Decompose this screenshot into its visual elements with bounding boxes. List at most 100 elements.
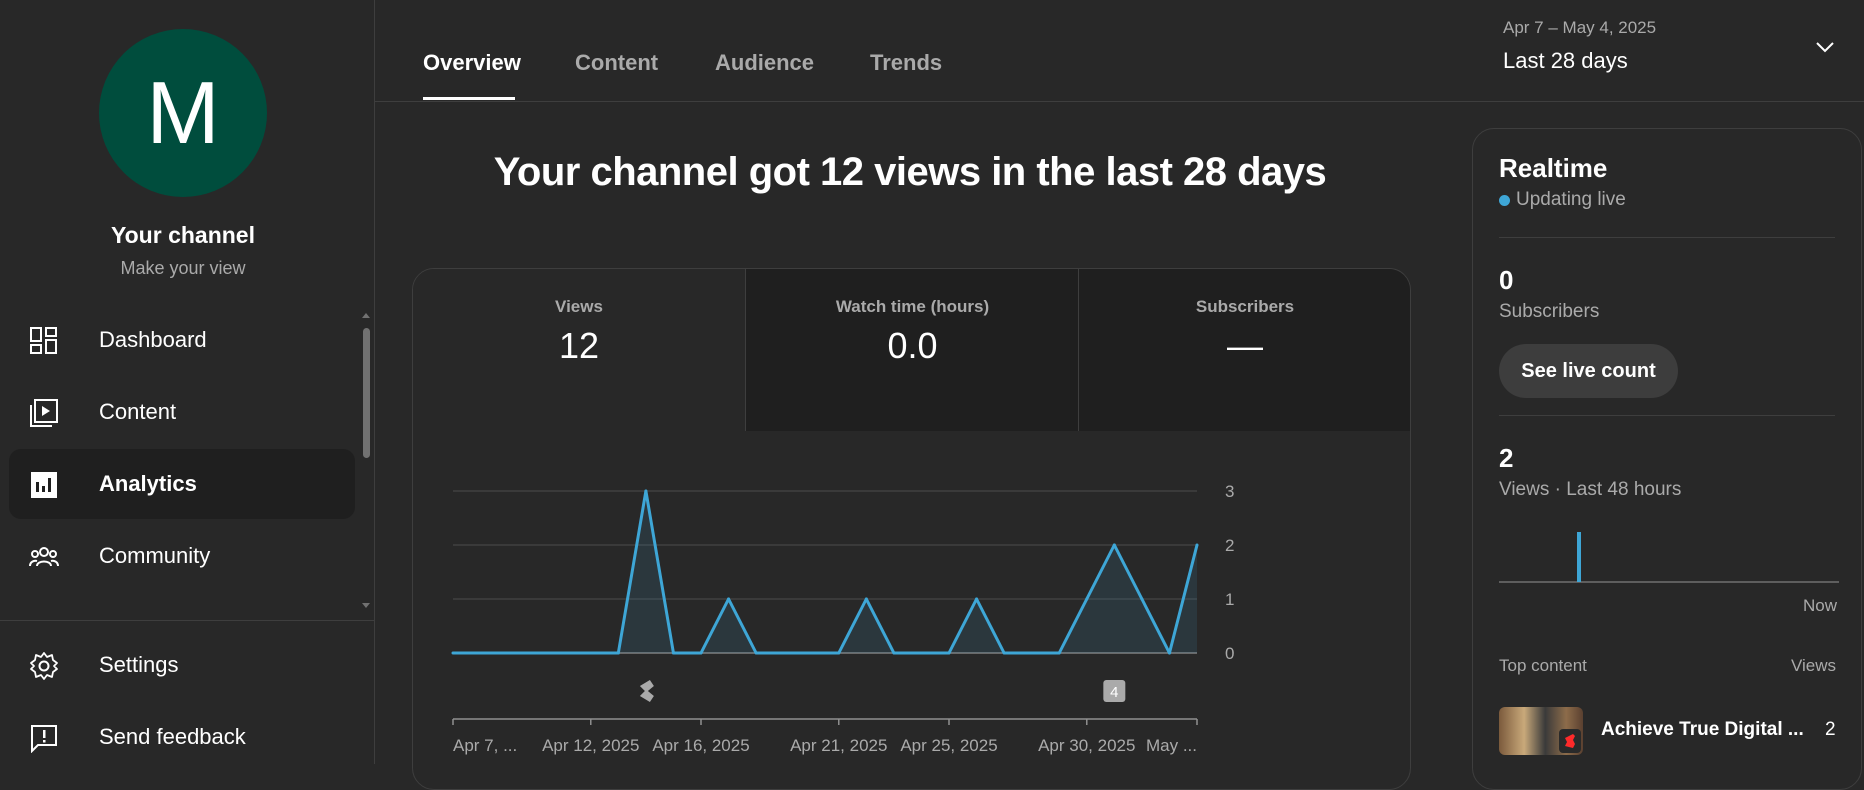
sidebar-divider (0, 620, 374, 621)
metric-views[interactable]: Views 12 (413, 269, 745, 431)
sidebar-item-label: Dashboard (99, 327, 207, 352)
data-point (1057, 651, 1061, 655)
subscribers-count: 0 (1499, 265, 1514, 295)
x-tick-label: Apr 25, 2025 (900, 736, 997, 755)
data-point (975, 597, 979, 601)
data-point (947, 651, 951, 655)
sidebar-nav: Dashboard Content Analytics Community (0, 305, 366, 615)
content-icon (30, 399, 58, 427)
data-point (754, 651, 758, 655)
metric-value: 0.0 (887, 325, 938, 366)
dashboard-icon (30, 327, 57, 354)
data-point (451, 651, 455, 655)
data-point (782, 651, 786, 655)
data-point (919, 651, 923, 655)
date-range-selector[interactable]: Apr 7 – May 4, 2025 Last 28 days (1503, 18, 1656, 74)
tab-trends[interactable]: Trends (870, 50, 942, 76)
x-tick-label: Apr 7, ... (453, 736, 517, 755)
data-point (1112, 543, 1116, 547)
realtime-now-label: Now (1803, 596, 1838, 615)
sidebar-item-analytics[interactable]: Analytics (9, 449, 355, 519)
sidebar-item-settings[interactable]: Settings (9, 634, 355, 698)
sidebar-item-label: Send feedback (99, 724, 246, 749)
data-point (699, 651, 703, 655)
sidebar-item-community[interactable]: Community (9, 521, 355, 591)
x-tick-label: Apr 30, 2025 (1038, 736, 1135, 755)
data-point (534, 651, 538, 655)
data-point (727, 597, 731, 601)
x-tick-label: Apr 16, 2025 (652, 736, 749, 755)
data-point (589, 651, 593, 655)
data-point (1167, 651, 1171, 655)
tab-overview[interactable]: Overview (423, 50, 521, 76)
realtime-bar-chart (1499, 532, 1839, 583)
metric-label: Watch time (hours) (835, 297, 990, 316)
data-point (1030, 651, 1034, 655)
video-thumbnail[interactable] (1499, 707, 1583, 755)
data-point (1195, 543, 1199, 547)
top-content-title: Achieve True Digital ... (1601, 719, 1804, 740)
metric-watch-time[interactable]: Watch time (hours) 0.0 (745, 269, 1079, 431)
data-point (616, 651, 620, 655)
see-live-count-button[interactable]: See live count (1499, 344, 1678, 398)
sidebar-scrollbar[interactable] (363, 328, 370, 458)
data-point (1002, 651, 1006, 655)
metrics-card: Views 12 Watch time (hours) 0.0 Subscrib… (412, 268, 1411, 790)
feedback-icon (31, 725, 57, 753)
realtime-bar (1577, 532, 1581, 582)
sidebar-item-content[interactable]: Content (9, 377, 355, 447)
analytics-icon (31, 472, 57, 498)
realtime-views-label: Views · Last 48 hours (1499, 479, 1682, 500)
realtime-views-count: 2 (1499, 443, 1514, 473)
scroll-up-icon[interactable] (361, 311, 371, 319)
page-title: Your channel got 12 views in the last 28… (493, 150, 1327, 194)
sidebar-item-dashboard[interactable]: Dashboard (9, 305, 355, 375)
data-point (1085, 597, 1089, 601)
data-point (892, 651, 896, 655)
data-point (809, 651, 813, 655)
metric-subscribers[interactable]: Subscribers — (1078, 269, 1410, 431)
sidebar-item-send-feedback[interactable]: Send feedback (9, 706, 355, 770)
data-point (561, 651, 565, 655)
date-range-label: Last 28 days (1503, 48, 1628, 73)
realtime-panel: Realtime Updating live 0 Subscribers See… (1472, 128, 1862, 790)
y-tick-label: 3 (1225, 482, 1234, 501)
shorts-badge-icon (1559, 729, 1581, 753)
x-tick-label: May ... (1146, 736, 1197, 755)
divider (1499, 237, 1835, 238)
views-chart: 3 2 1 0 4 Apr 7, ... Apr 12, 2025 Apr 16, 2025 A… (451, 482, 1234, 755)
svg-text:4: 4 (1110, 684, 1118, 701)
shorts-icon[interactable] (639, 680, 654, 702)
avatar[interactable]: M (99, 29, 267, 197)
tab-content[interactable]: Content (575, 50, 658, 76)
top-content-label: Top content (1499, 656, 1587, 675)
data-point (837, 651, 841, 655)
subscribers-label: Subscribers (1499, 301, 1600, 322)
top-content-views-label: Views (1791, 656, 1837, 675)
sidebar-item-label: Analytics (99, 471, 197, 496)
series-area (453, 491, 1197, 653)
realtime-title: Realtime (1499, 153, 1608, 183)
scroll-down-icon[interactable] (361, 602, 371, 610)
metric-label: Views (555, 297, 603, 316)
metric-value: 12 (558, 325, 600, 366)
sidebar: M Your channel Make your view Dashboard … (0, 0, 375, 764)
channel-name: Your channel (111, 222, 255, 248)
tab-audience[interactable]: Audience (715, 50, 814, 76)
top-content-row[interactable]: Achieve True Digital ... 2 (1499, 707, 1836, 757)
data-point (506, 651, 510, 655)
community-icon (29, 547, 59, 567)
avatar-letter: M (146, 63, 220, 162)
annotation-badge[interactable]: 4 (1103, 680, 1126, 702)
date-range-dates: Apr 7 – May 4, 2025 (1503, 18, 1657, 37)
gear-icon (30, 652, 58, 680)
divider (1499, 415, 1835, 416)
data-point (644, 489, 648, 493)
x-tick-label: Apr 21, 2025 (790, 736, 887, 755)
x-tick-label: Apr 12, 2025 (542, 736, 639, 755)
live-status: Updating live (1499, 189, 1626, 211)
channel-subtitle: Make your view (120, 258, 246, 278)
live-status-text: Updating live (1516, 189, 1626, 210)
chevron-down-icon[interactable] (1814, 36, 1836, 58)
data-point (864, 597, 868, 601)
